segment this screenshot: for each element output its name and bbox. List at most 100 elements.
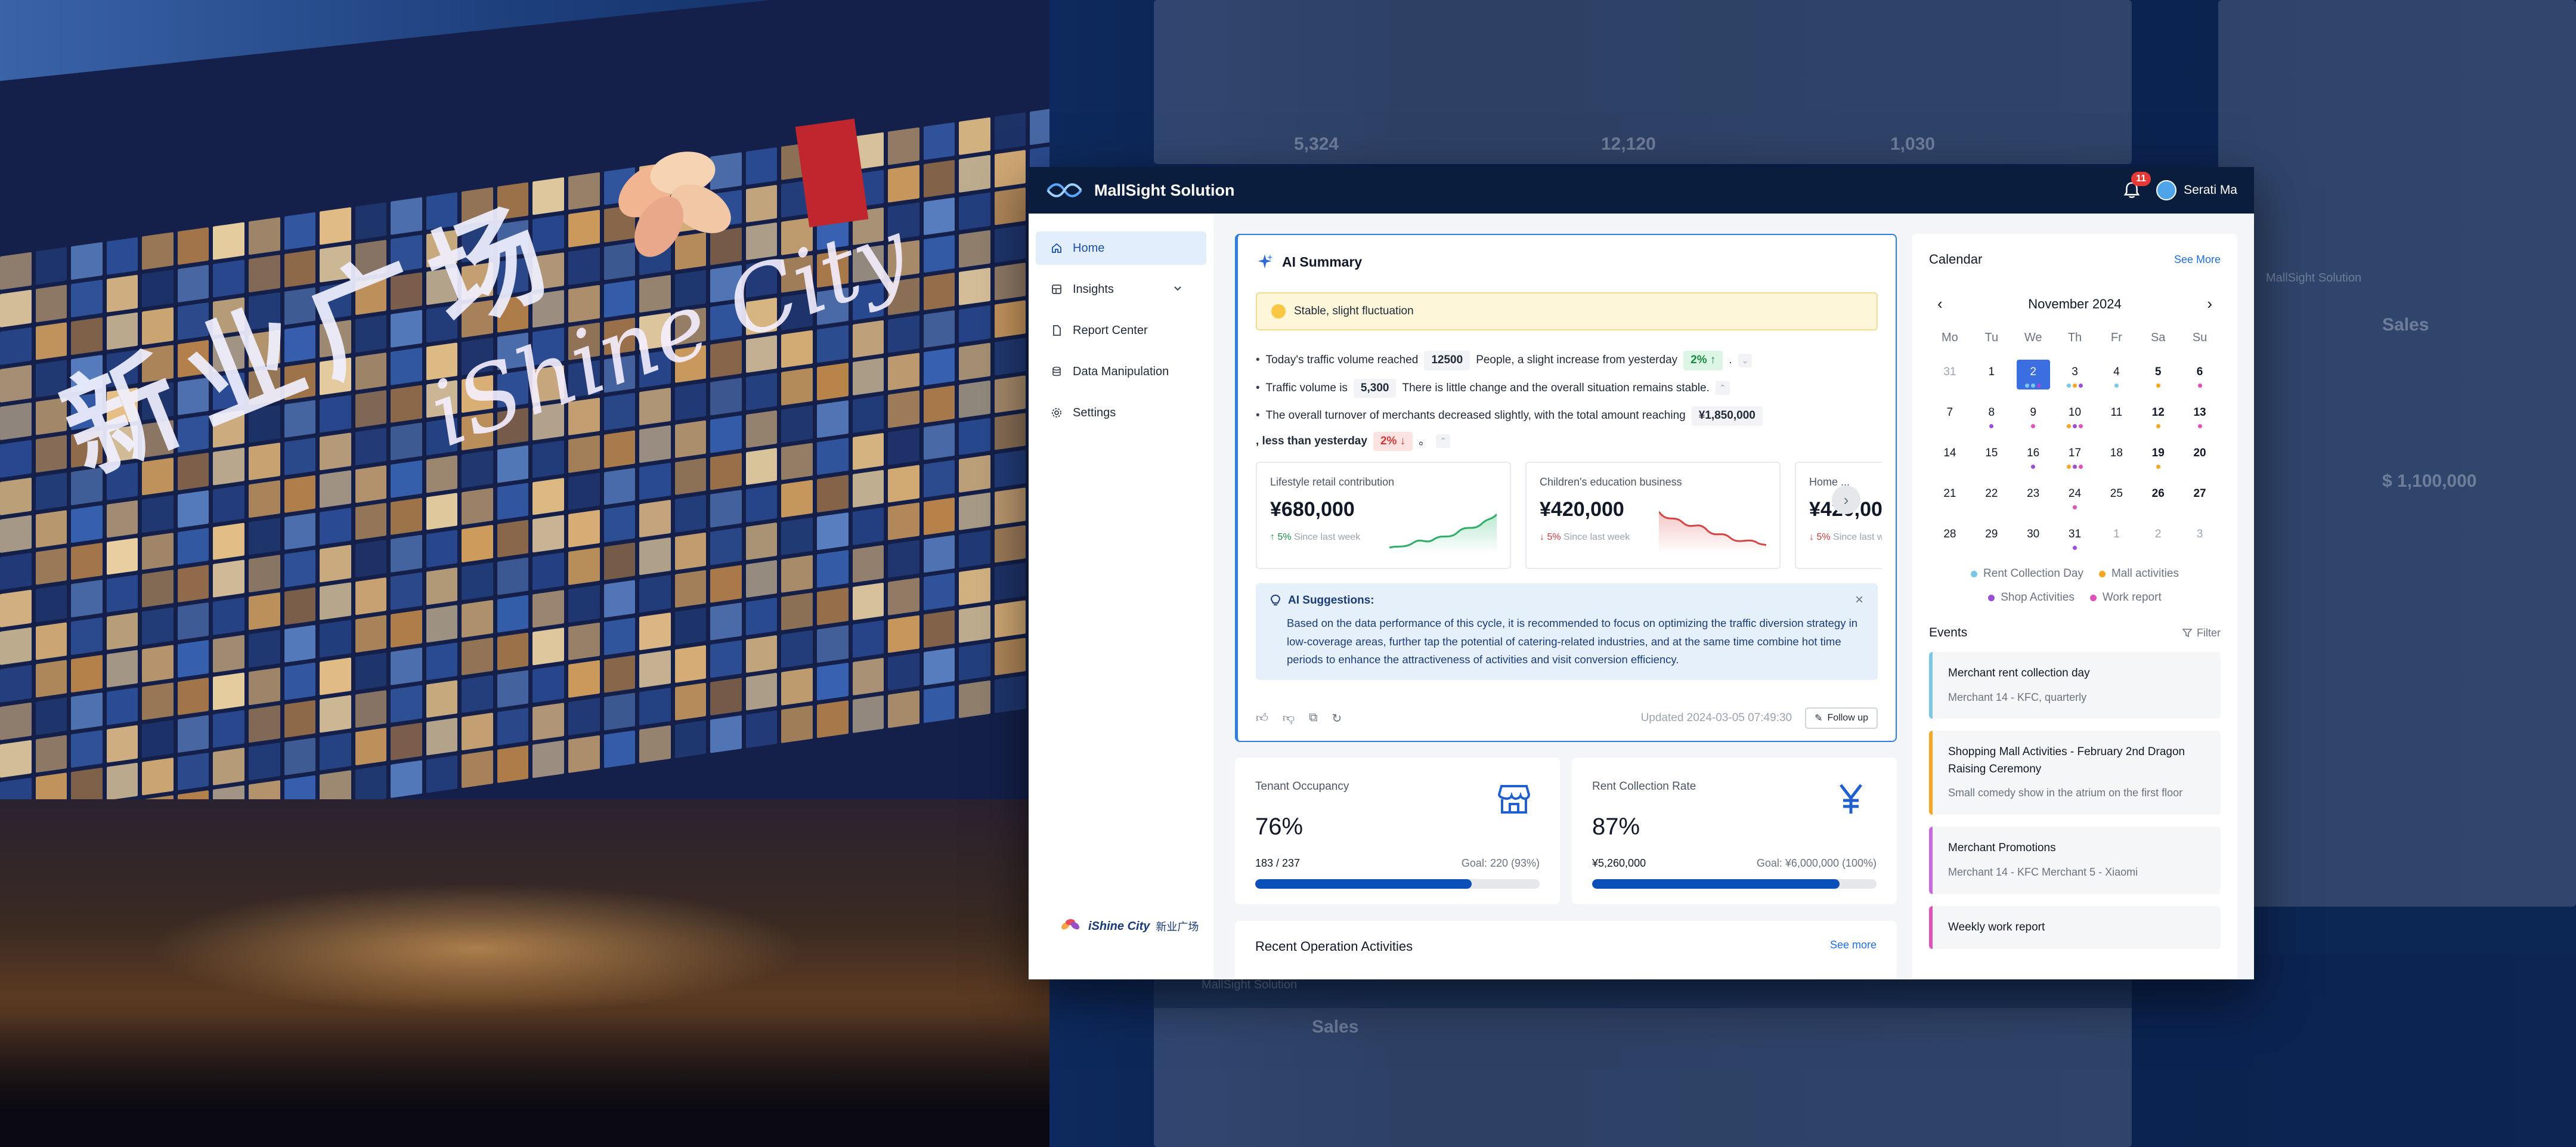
- collapse-caret-icon[interactable]: ⌃: [1436, 434, 1450, 449]
- calendar-day[interactable]: 8: [1971, 400, 2012, 430]
- calendar-day[interactable]: 29: [1971, 522, 2012, 552]
- calendar-day[interactable]: 31: [2054, 522, 2096, 552]
- building-window: [355, 765, 387, 803]
- building-window: [284, 512, 316, 551]
- building-window: [532, 740, 565, 778]
- calendar-day[interactable]: 16: [2012, 441, 2054, 471]
- calendar-day[interactable]: 2: [2012, 360, 2054, 389]
- calendar-day[interactable]: 24: [2054, 481, 2096, 511]
- notifications-button[interactable]: 11: [2123, 172, 2151, 200]
- copy-icon[interactable]: ⧉: [1309, 711, 1317, 726]
- calendar-day[interactable]: 12: [2137, 400, 2179, 430]
- calendar-day[interactable]: 4: [2095, 360, 2137, 389]
- calendar-day[interactable]: 27: [2179, 481, 2221, 511]
- building-window: [355, 653, 387, 691]
- building-window: [391, 685, 422, 724]
- see-more-link[interactable]: See more: [1830, 939, 1877, 954]
- refresh-icon[interactable]: ↻: [1332, 711, 1342, 726]
- follow-up-button[interactable]: ✎ Follow up: [1805, 707, 1878, 729]
- calendar-day[interactable]: 3: [2054, 360, 2096, 389]
- building-window: [568, 472, 600, 511]
- calendar-day[interactable]: 14: [1929, 441, 1971, 471]
- notification-count-badge: 11: [2131, 172, 2151, 186]
- building-window: [0, 252, 32, 290]
- event-title: Merchant rent collection day: [1948, 667, 2090, 679]
- building-window: [213, 710, 244, 748]
- next-month-button[interactable]: ›: [2207, 295, 2212, 313]
- event-item[interactable]: Weekly work report: [1929, 905, 2221, 950]
- sidebar-item-data-manipulation[interactable]: Data Manipulation: [1036, 355, 1206, 388]
- calendar-day[interactable]: 15: [1971, 441, 2012, 471]
- collapse-caret-icon[interactable]: ⌃: [1715, 381, 1730, 395]
- calendar-day[interactable]: 21: [1929, 481, 1971, 511]
- calendar-day[interactable]: 28: [1929, 522, 1971, 552]
- calendar-day[interactable]: 13: [2179, 400, 2221, 430]
- sidebar-item-home[interactable]: Home: [1036, 231, 1206, 265]
- calendar-see-more-link[interactable]: See More: [2174, 253, 2221, 266]
- building-window: [710, 452, 742, 491]
- calendar-day[interactable]: 7: [1929, 400, 1971, 430]
- calendar-day[interactable]: 1: [1971, 360, 2012, 389]
- building-window: [391, 460, 422, 498]
- prev-month-button[interactable]: ‹: [1937, 295, 1943, 313]
- event-item[interactable]: Merchant rent collection day Merchant 14…: [1929, 652, 2221, 719]
- legend-item: Shop Activities: [1988, 591, 2075, 604]
- close-icon[interactable]: ×: [1855, 592, 1863, 608]
- metric-card[interactable]: Home ... ¥420,000 ↓ 5% Since last week: [1795, 462, 1882, 569]
- metric-card[interactable]: Lifestyle retail contribution ¥680,000 ↑…: [1256, 462, 1511, 569]
- calendar-day[interactable]: 25: [2095, 481, 2137, 511]
- calendar-day[interactable]: 2: [2137, 522, 2179, 552]
- building-window: [0, 590, 32, 628]
- building-window: [994, 337, 1026, 376]
- sidebar-item-settings[interactable]: Settings: [1036, 396, 1206, 429]
- building-window: [497, 670, 529, 708]
- filter-button[interactable]: Filter: [2182, 627, 2221, 639]
- building-window: [213, 484, 244, 523]
- building-window: [923, 573, 955, 611]
- calendar-day[interactable]: 3: [2179, 522, 2221, 552]
- sidebar-item-insights[interactable]: Insights: [1036, 273, 1206, 306]
- event-item[interactable]: Merchant Promotions Merchant 14 - KFC Me…: [1929, 827, 2221, 894]
- sidebar: Home Insights Report Center Data Manipul…: [1029, 214, 1213, 979]
- building-window: [497, 444, 529, 483]
- calendar-day[interactable]: 18: [2095, 441, 2137, 471]
- calendar-day[interactable]: 30: [2012, 522, 2054, 552]
- building-window: [888, 315, 919, 353]
- building-window: [0, 702, 32, 741]
- expand-caret-icon[interactable]: ⌄: [1738, 353, 1753, 367]
- calendar-day[interactable]: 5: [2137, 360, 2179, 389]
- chevron-down-icon[interactable]: [1172, 282, 1184, 298]
- sidebar-item-report-center[interactable]: Report Center: [1036, 314, 1206, 347]
- grid-icon: [1050, 283, 1063, 296]
- building-window: [35, 434, 67, 473]
- building-window: [497, 745, 529, 783]
- calendar-day[interactable]: 20: [2179, 441, 2221, 471]
- building-window: [639, 537, 671, 576]
- building-window: [426, 492, 458, 530]
- event-dot: [2156, 384, 2160, 388]
- calendar-day[interactable]: 10: [2054, 400, 2096, 430]
- calendar-day[interactable]: 26: [2137, 481, 2179, 511]
- calendar-day[interactable]: 31: [1929, 360, 1971, 389]
- calendar-day[interactable]: 9: [2012, 400, 2054, 430]
- building-window: [781, 442, 813, 481]
- user-menu[interactable]: Serati Ma: [2156, 180, 2237, 200]
- legend-dot: [2089, 594, 2097, 601]
- building-window: [320, 732, 351, 771]
- building-window: [959, 230, 990, 268]
- calendar-day[interactable]: 6: [2179, 360, 2221, 389]
- thumbs-down-icon[interactable]: 👎︎: [1283, 711, 1295, 726]
- calendar-day[interactable]: 1: [2095, 522, 2137, 552]
- event-item[interactable]: Shopping Mall Activities - February 2nd …: [1929, 731, 2221, 815]
- building-window: [568, 585, 600, 623]
- calendar-day[interactable]: 22: [1971, 481, 2012, 511]
- thumbs-up-icon[interactable]: 👍︎: [1256, 711, 1268, 726]
- carousel-next-button[interactable]: ›: [1832, 486, 1860, 514]
- calendar-day[interactable]: 11: [2095, 400, 2137, 430]
- calendar-day[interactable]: 17: [2054, 441, 2096, 471]
- calendar-day[interactable]: 23: [2012, 481, 2054, 511]
- building-window: [994, 375, 1026, 413]
- event-dot: [2078, 465, 2083, 469]
- calendar-day[interactable]: 19: [2137, 441, 2179, 471]
- metric-card[interactable]: Children's education business ¥420,000 ↓…: [1525, 462, 1781, 569]
